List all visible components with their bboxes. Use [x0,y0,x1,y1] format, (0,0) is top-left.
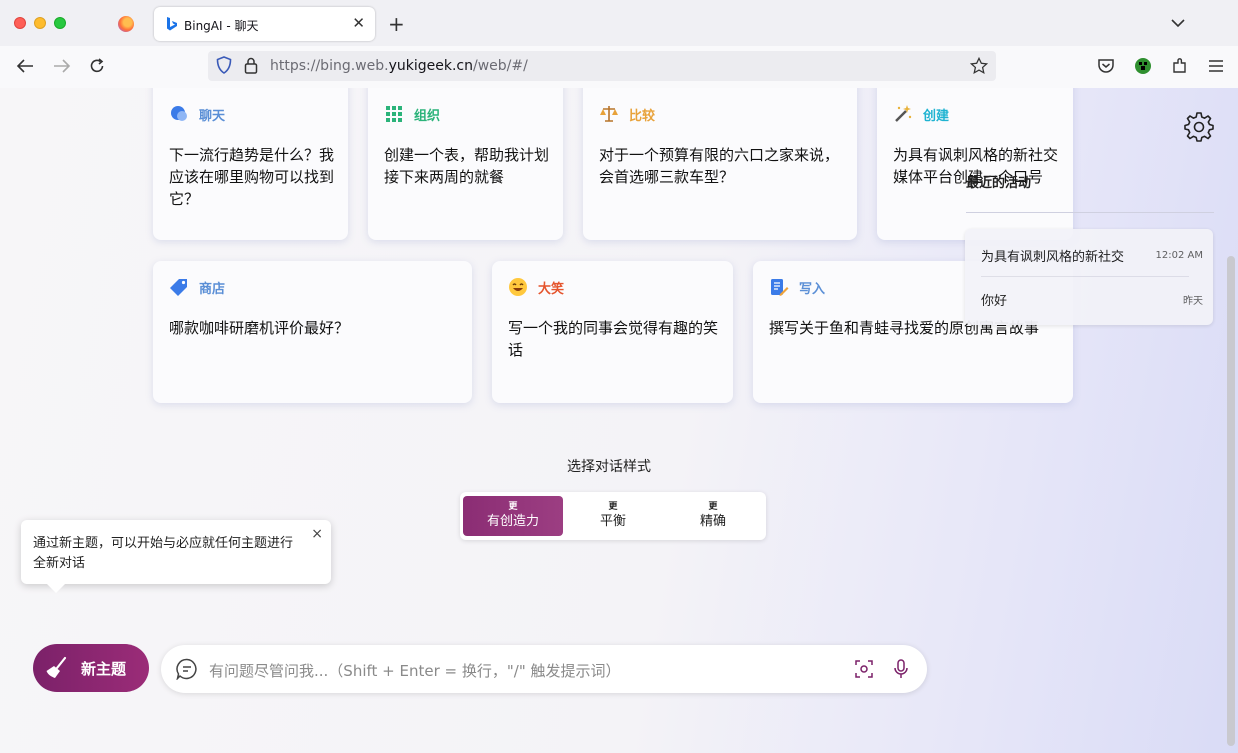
tooltip-text: 通过新主题，可以开始与必应就任何主题进行全新对话 [33,536,294,571]
forward-icon[interactable] [53,58,71,74]
firefox-icon[interactable] [118,16,134,32]
close-window-button[interactable] [14,17,26,29]
menu-icon[interactable] [1207,57,1225,75]
style-option-more: 更 [608,502,618,512]
recent-item[interactable]: 你好 昨天 [981,288,1203,310]
new-tab-button[interactable]: + [388,12,405,36]
card-label: 组织 [414,108,441,124]
bookmark-star-icon[interactable] [970,57,988,75]
chat-input-box[interactable]: 有问题尽管问我...（Shift + Enter = 换行，"/" 触发提示词） [161,645,927,693]
card-prompt: 对于一个预算有限的六口之家来说，会首选哪三款车型？ [599,146,840,186]
suggestion-card-compare[interactable]: 比较 对于一个预算有限的六口之家来说，会首选哪三款车型？ [583,88,857,240]
suggestion-card-create[interactable]: 创建 为具有讽刺风格的新社交媒体平台创建一个口号 [877,88,1073,240]
recent-item-time: 昨天 [1183,295,1203,307]
navigation-bar: https://bing.web.yukigeek.cn/web/#/ [0,46,1238,89]
recent-activity-panel: 为具有讽刺风格的新社交 12:02 AM 你好 昨天 [965,229,1213,325]
reload-icon[interactable] [89,58,105,74]
conversation-style-label: 选择对话样式 [567,459,651,475]
conversation-style-toggle: 更 有创造力 更 平衡 更 精确 [460,492,766,540]
style-option-name: 有创造力 [486,514,539,529]
visual-search-icon[interactable] [855,660,873,678]
page-scrollbar[interactable] [1227,256,1235,746]
document-pencil-icon [771,279,789,296]
suggestion-card-organize[interactable]: 组织 创建一个表，帮助我计划接下来两周的就餐 [368,88,563,240]
style-option-name: 平衡 [599,514,626,529]
lock-icon[interactable] [244,57,258,74]
magic-wand-icon [895,105,912,122]
style-option-creative[interactable]: 更 有创造力 [463,496,563,536]
speech-bubble-icon [171,106,187,121]
card-label: 创建 [923,108,950,124]
tooltip-close-icon[interactable]: × [311,526,323,542]
divider [981,276,1189,277]
laughing-face-icon [509,278,527,296]
tooltip-arrow [47,584,65,593]
bing-chat-page: 聊天 下一流行趋势是什么？我应该在哪里购物可以找到它？ 组织 创建一个表，帮助我… [0,88,1238,753]
card-label: 商店 [199,281,226,297]
recent-item-title: 你好 [981,293,1008,309]
settings-gear-icon[interactable] [1183,111,1215,143]
style-option-more: 更 [708,502,718,512]
broom-icon [46,656,67,678]
tab-title: BingAI - 聊天 [184,19,259,33]
chat-input-field[interactable]: 有问题尽管问我...（Shift + Enter = 换行，"/" 触发提示词） [209,660,621,681]
maximize-window-button[interactable] [54,17,66,29]
back-icon[interactable] [16,58,34,74]
recent-item-time: 12:02 AM [1155,249,1203,261]
list-tabs-icon[interactable] [1171,18,1185,28]
style-option-more: 更 [508,502,518,512]
card-label: 比较 [629,108,656,124]
card-label: 写入 [799,281,826,297]
suggestion-card-laugh[interactable]: 大笑 写一个我的同事会觉得有趣的笑话 [492,261,733,403]
extensions-icon[interactable] [1171,57,1189,75]
address-bar[interactable]: https://bing.web.yukigeek.cn/web/#/ [208,51,996,81]
recent-item-title: 为具有讽刺风格的新社交 [981,249,1125,265]
tracking-protection-icon[interactable] [216,56,232,74]
account-avatar-icon[interactable] [1134,57,1152,75]
url-text[interactable]: https://bing.web.yukigeek.cn/web/#/ [270,58,528,74]
suggestion-card-chat[interactable]: 聊天 下一流行趋势是什么？我应该在哪里购物可以找到它？ [153,88,348,240]
price-tag-icon [170,279,187,296]
style-option-balanced[interactable]: 更 平衡 [563,496,663,536]
microphone-icon[interactable] [893,659,909,679]
style-option-precise[interactable]: 更 精确 [663,496,763,536]
chat-bubble-icon [176,658,197,680]
new-topic-tooltip: 通过新主题，可以开始与必应就任何主题进行全新对话 × [21,520,331,593]
new-topic-label: 新主题 [81,659,127,678]
card-label: 大笑 [538,281,565,297]
card-prompt: 下一流行趋势是什么？我应该在哪里购物可以找到它？ [169,146,335,208]
scales-icon [600,106,618,122]
new-topic-button[interactable]: 新主题 [33,644,149,692]
tab-bingai[interactable]: BingAI - 聊天 ✕ [154,7,375,41]
title-bar: BingAI - 聊天 ✕ + [0,0,1238,46]
recent-item[interactable]: 为具有讽刺风格的新社交 12:02 AM [981,244,1203,266]
grid-table-icon [386,106,402,122]
card-prompt: 写一个我的同事会觉得有趣的笑话 [508,319,719,359]
style-option-name: 精确 [699,514,726,529]
recent-activity-title: 最近的活动 [966,176,1032,191]
card-prompt: 哪款咖啡研磨机评价最好？ [169,319,350,337]
minimize-window-button[interactable] [34,17,46,29]
divider [966,212,1214,213]
suggestion-card-shop[interactable]: 商店 哪款咖啡研磨机评价最好？ [153,261,472,403]
pocket-icon[interactable] [1097,57,1115,75]
close-tab-icon[interactable]: ✕ [352,14,365,32]
card-prompt: 创建一个表，帮助我计划接下来两周的就餐 [384,146,550,186]
bing-icon [167,17,177,31]
card-label: 聊天 [199,108,226,124]
